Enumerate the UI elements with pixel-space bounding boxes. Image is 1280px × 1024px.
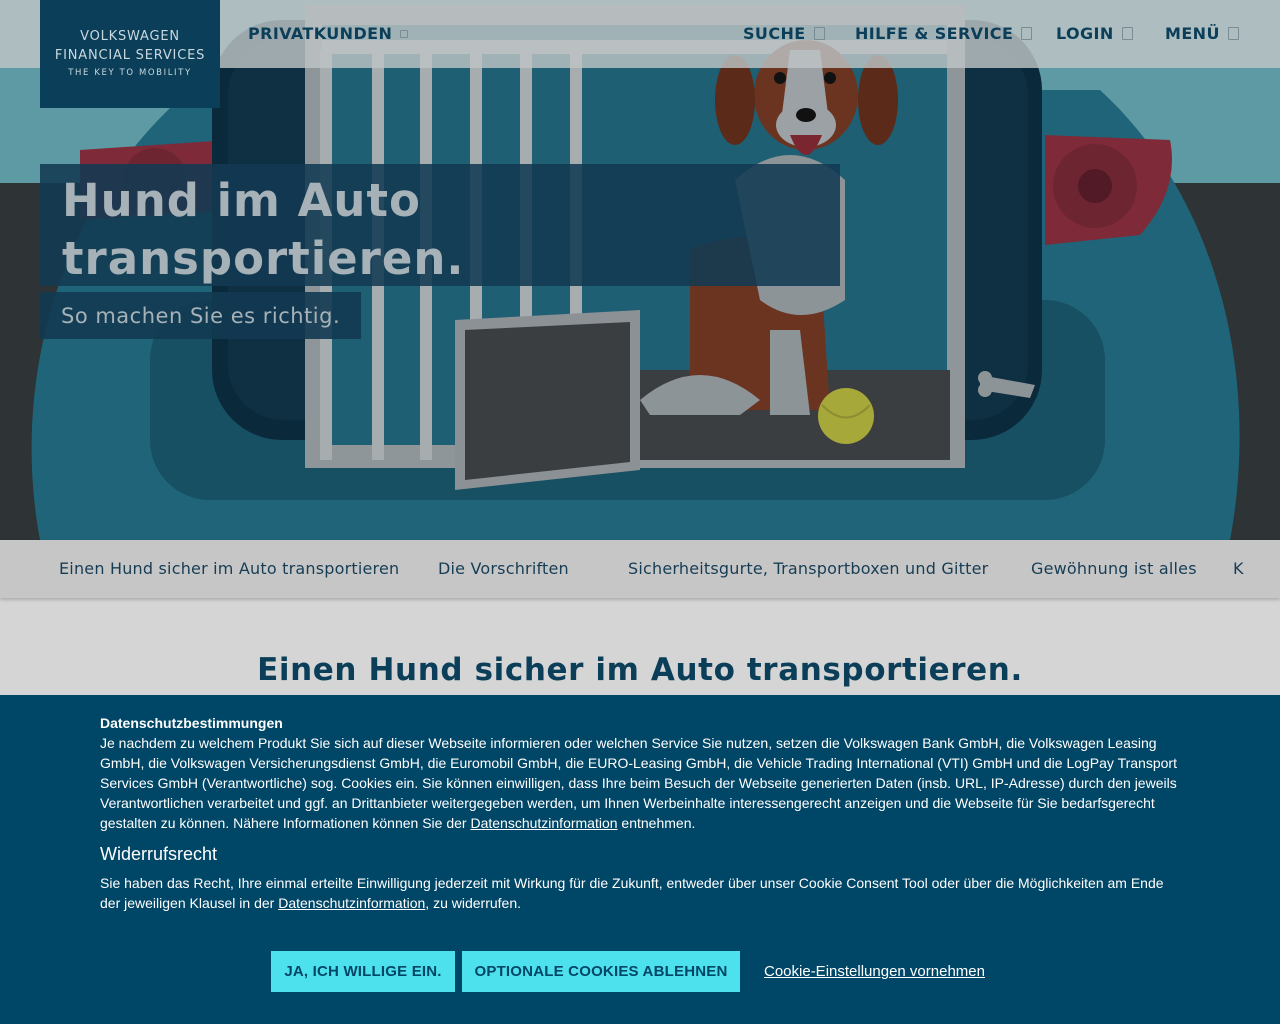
logo-tagline: THE KEY TO MOBILITY [68, 68, 192, 78]
anchor-link-sicher-transportieren[interactable]: Einen Hund sicher im Auto transportieren [59, 559, 399, 578]
privacy-info-link-2[interactable]: Datenschutzinformation [278, 895, 425, 911]
hero-subtitle-box: So machen Sie es richtig. [40, 292, 362, 339]
login-label: LOGIN [1056, 24, 1114, 43]
user-icon [1121, 27, 1133, 40]
help-service-button[interactable]: HILFE & SERVICE [855, 24, 1033, 43]
logo-line-1: VOLKSWAGEN [80, 29, 180, 44]
cookie-title: Datenschutzbestimmungen [100, 715, 283, 731]
chevron-down-icon [400, 29, 409, 38]
anchor-link-sicherheitsgurte[interactable]: Sicherheitsgurte, Transportboxen und Git… [628, 559, 988, 578]
login-button[interactable]: LOGIN [1056, 24, 1133, 43]
cookie-body: Je nachdem zu welchem Produkt Sie sich a… [100, 733, 1180, 833]
cookie-consent-banner: Datenschutzbestimmungen Je nachdem zu we… [0, 695, 1280, 1024]
privatkunden-menu[interactable]: PRIVATKUNDEN [248, 24, 409, 43]
anchor-link-truncated[interactable]: K [1233, 559, 1244, 578]
cookie-settings-link[interactable]: Cookie-Einstellungen vornehmen [764, 963, 985, 980]
accept-cookies-button[interactable]: JA, ICH WILLIGE EIN. [271, 951, 455, 992]
hamburger-icon [1227, 27, 1239, 40]
revocation-text: Sie haben das Recht, Ihre einmal erteilt… [100, 875, 1164, 911]
revocation-title: Widerrufsrecht [100, 844, 218, 864]
cookie-body-end: entnehmen. [617, 815, 696, 831]
help-icon [1021, 27, 1033, 40]
help-service-label: HILFE & SERVICE [855, 24, 1014, 43]
menu-label: MENÜ [1165, 24, 1220, 43]
search-button[interactable]: SUCHE [743, 24, 825, 43]
cookie-text-container: Datenschutzbestimmungen Je nachdem zu we… [100, 713, 1180, 913]
anchor-link-gewoehnung[interactable]: Gewöhnung ist alles [1031, 559, 1197, 578]
privacy-info-link[interactable]: Datenschutzinformation [470, 815, 617, 831]
vwfs-logo[interactable]: VOLKSWAGEN FINANCIAL SERVICES THE KEY TO… [40, 0, 220, 108]
revocation-end: , zu widerrufen. [425, 895, 522, 911]
revocation-body: Sie haben das Recht, Ihre einmal erteilt… [100, 873, 1180, 913]
search-icon [813, 27, 825, 40]
anchor-navigation: Einen Hund sicher im Auto transportieren… [0, 540, 1280, 598]
privatkunden-label: PRIVATKUNDEN [248, 24, 393, 43]
hero-title: Hund im Auto transportieren. [62, 174, 465, 285]
section-heading: Einen Hund sicher im Auto transportieren… [257, 652, 1023, 688]
logo-line-2: FINANCIAL SERVICES [54, 48, 206, 63]
reject-optional-cookies-button[interactable]: OPTIONALE COOKIES ABLEHNEN [462, 951, 740, 992]
hero-subtitle: So machen Sie es richtig. [61, 303, 341, 328]
menu-button[interactable]: MENÜ [1165, 24, 1239, 43]
site-header: VOLKSWAGEN FINANCIAL SERVICES THE KEY TO… [0, 0, 1280, 108]
search-label: SUCHE [743, 24, 806, 43]
hero-title-box: Hund im Auto transportieren. [40, 164, 840, 286]
anchor-link-vorschriften[interactable]: Die Vorschriften [438, 559, 569, 578]
